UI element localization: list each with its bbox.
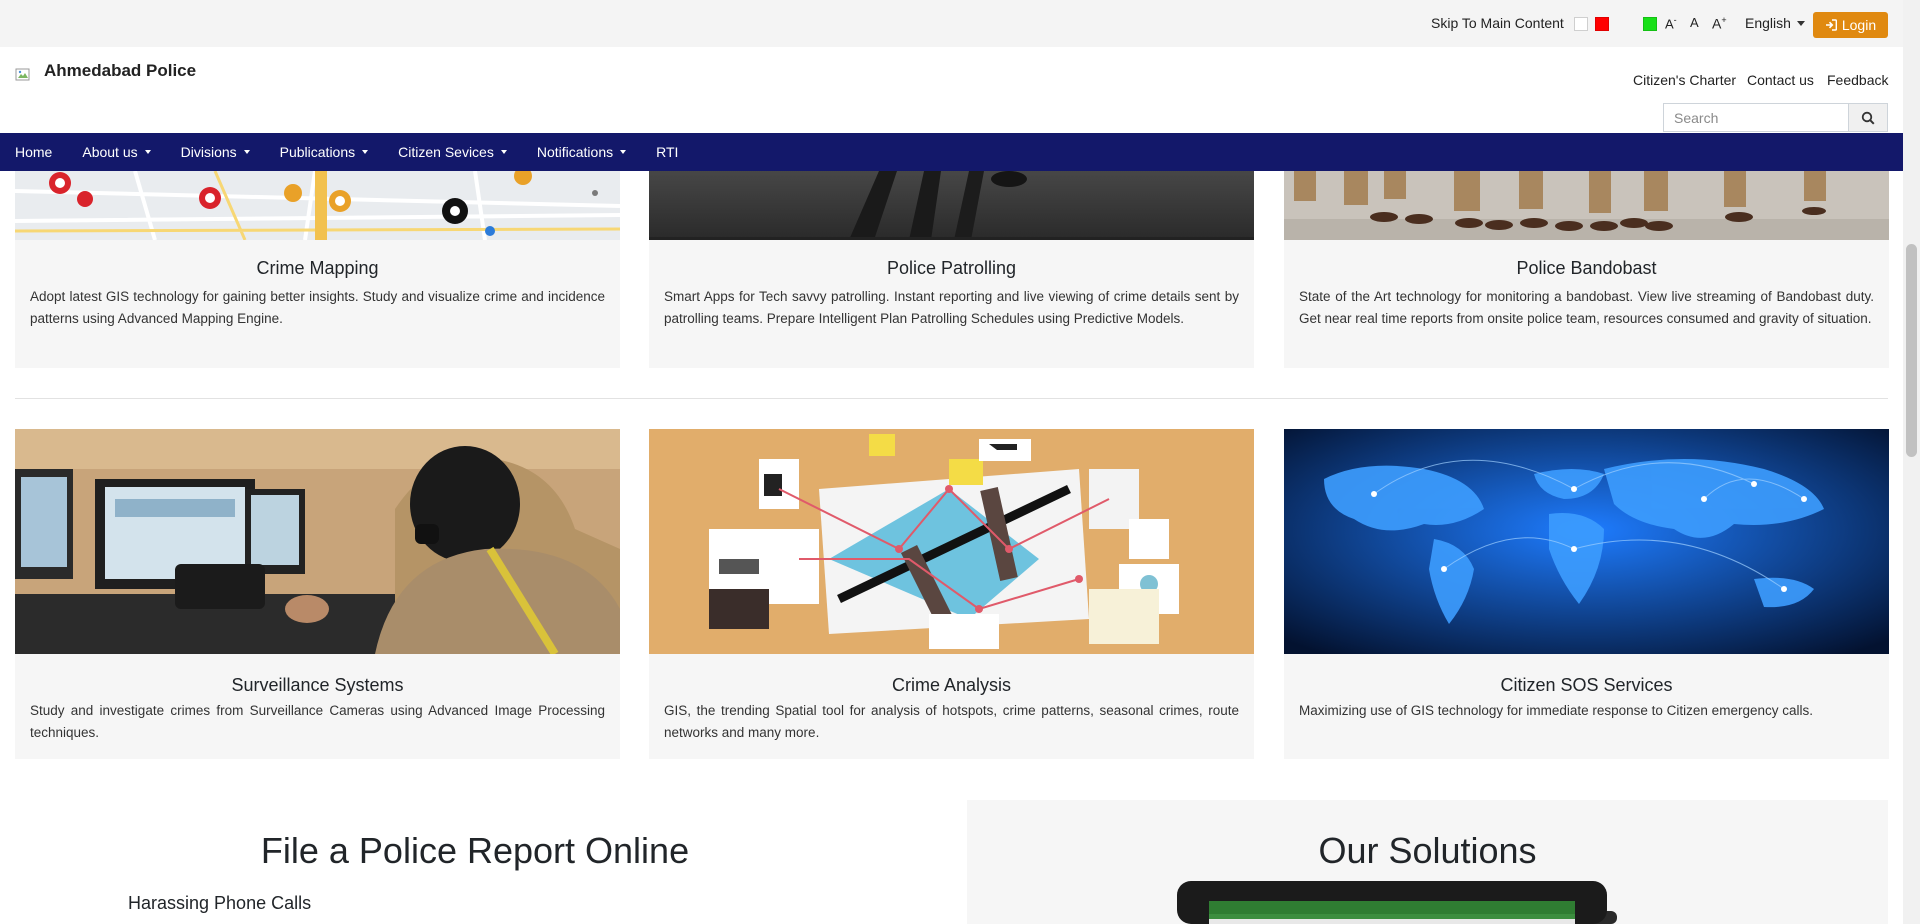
contrast-white-toggle[interactable] — [1574, 17, 1588, 31]
search-button[interactable] — [1848, 103, 1888, 132]
font-normal-button[interactable]: A — [1690, 15, 1699, 30]
card-description: Study and investigate crimes from Survei… — [30, 703, 605, 740]
login-button[interactable]: Login — [1813, 12, 1888, 38]
search-box — [1663, 103, 1888, 132]
our-solutions-heading: Our Solutions — [1318, 830, 1537, 871]
card-title: Citizen SOS Services — [1500, 675, 1673, 695]
report-item-harassing-phone-calls[interactable]: Harassing Phone Calls — [128, 893, 311, 914]
our-solutions-section: Our Solutions — [967, 800, 1888, 924]
nav-item-home[interactable]: Home — [0, 133, 67, 171]
nav-item-label: Home — [15, 144, 53, 160]
card-title: Crime Mapping — [256, 258, 379, 278]
caret-down-icon — [362, 150, 369, 154]
chevron-down-icon — [1796, 21, 1805, 26]
login-label: Login — [1841, 17, 1877, 33]
contact-us-link[interactable]: Contact us — [1747, 72, 1814, 88]
nav-item-divisions[interactable]: Divisions — [166, 133, 265, 171]
caret-down-icon — [243, 150, 250, 154]
top-utility-bar: Skip To Main Content A- A A+ English Log… — [0, 0, 1903, 47]
card-description: GIS, the trending Spatial tool for analy… — [664, 703, 1239, 740]
scrollbar-thumb[interactable] — [1906, 244, 1917, 457]
skip-to-main-content-link[interactable]: Skip To Main Content — [1431, 15, 1564, 31]
font-decrease-button[interactable]: A- — [1665, 15, 1677, 31]
file-police-report-heading: File a Police Report Online — [260, 830, 690, 871]
card-description: Adopt latest GIS technology for gaining … — [30, 289, 605, 326]
citizen-sos-world-map-image — [1284, 429, 1889, 654]
caret-down-icon — [500, 150, 507, 154]
surveillance-systems-image — [15, 429, 620, 654]
nav-item-label: Publications — [279, 144, 356, 160]
crime-analysis-image — [649, 429, 1254, 654]
page-scrollbar[interactable] — [1903, 0, 1920, 924]
feedback-link[interactable]: Feedback — [1827, 72, 1888, 88]
police-bandobast-image — [1284, 171, 1889, 240]
citizens-charter-link[interactable]: Citizen's Charter — [1633, 72, 1736, 88]
card-title: Crime Analysis — [891, 675, 1012, 695]
nav-item-label: Notifications — [536, 144, 614, 160]
nav-item-publications[interactable]: Publications — [265, 133, 384, 171]
nav-item-label: Citizen Sevices — [398, 144, 494, 160]
contrast-red-toggle[interactable] — [1595, 17, 1609, 31]
card-description: State of the Art technology for monitori… — [1299, 289, 1874, 326]
card-title: Surveillance Systems — [231, 675, 404, 695]
contrast-green-toggle[interactable] — [1643, 17, 1657, 31]
nav-item-citizen-services[interactable]: Citizen Sevices — [383, 133, 522, 171]
police-patrolling-image — [649, 171, 1254, 240]
card-police-patrolling[interactable]: Police Patrolling Smart Apps for Tech sa… — [649, 171, 1254, 368]
sign-in-icon — [1825, 19, 1837, 31]
solutions-device-mockup-image — [1177, 881, 1617, 924]
card-crime-mapping[interactable]: Crime Mapping Adopt latest GIS technolog… — [15, 171, 620, 368]
main-navigation: Home About us Divisions Publications Cit… — [0, 133, 1903, 171]
broken-logo-image-icon — [15, 68, 30, 81]
language-dropdown[interactable]: English — [1745, 15, 1805, 31]
font-increase-button[interactable]: A+ — [1712, 15, 1727, 32]
nav-item-label: RTI — [656, 144, 679, 160]
card-title: Police Bandobast — [1516, 258, 1657, 278]
card-crime-analysis[interactable]: Crime Analysis GIS, the trending Spatial… — [649, 429, 1254, 759]
nav-item-rti[interactable]: RTI — [641, 133, 693, 171]
card-title: Police Patrolling — [886, 258, 1017, 278]
caret-down-icon — [620, 150, 627, 154]
search-icon — [1861, 111, 1875, 125]
crime-map-image — [15, 171, 620, 240]
search-input[interactable] — [1663, 103, 1848, 132]
site-header — [0, 47, 1903, 133]
card-police-bandobast[interactable]: Police Bandobast State of the Art techno… — [1284, 171, 1889, 368]
site-brand-title[interactable]: Ahmedabad Police — [44, 61, 196, 81]
nav-item-label: About us — [82, 144, 138, 160]
nav-item-label: Divisions — [180, 144, 237, 160]
caret-down-icon — [144, 150, 151, 154]
nav-item-about-us[interactable]: About us — [67, 133, 165, 171]
card-description: Smart Apps for Tech savvy patrolling. In… — [664, 289, 1239, 326]
card-description: Maximizing use of GIS technology for imm… — [1299, 703, 1813, 718]
card-citizen-sos-services[interactable]: Citizen SOS Services Maximizing use of G… — [1284, 429, 1889, 759]
card-surveillance-systems[interactable]: Surveillance Systems Study and investiga… — [15, 429, 620, 759]
nav-item-notifications[interactable]: Notifications — [522, 133, 641, 171]
section-divider — [15, 398, 1888, 399]
language-label: English — [1745, 15, 1791, 31]
